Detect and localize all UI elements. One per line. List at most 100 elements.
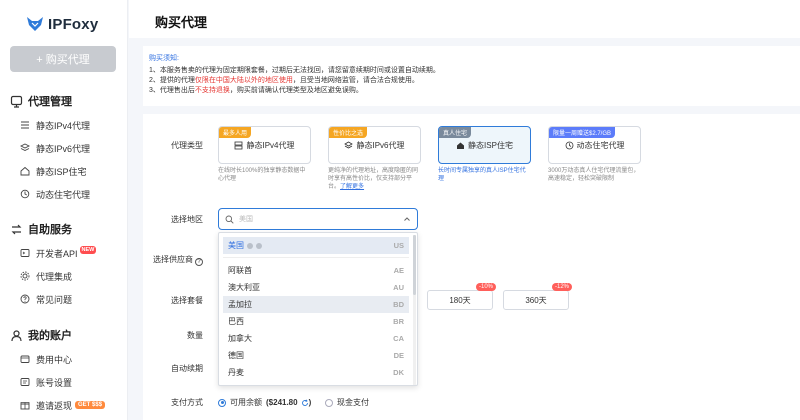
sidebar-item-static-ipv4[interactable]: 静态IPv4代理 [20, 119, 90, 131]
region-search-input[interactable]: 美国 [239, 214, 403, 224]
group-my-account: 我的账户 [10, 328, 72, 342]
region-code: BR [393, 317, 404, 326]
proxy-type-label: 代理类型 [171, 141, 203, 150]
package-180-days[interactable]: 180天 -10% [427, 283, 496, 310]
page-title: 购买代理 [155, 15, 208, 30]
sidebar-item-proxy-integration[interactable]: 代理集成 [20, 270, 72, 282]
balance-amount: ($241.80 [266, 398, 298, 407]
server-icon [235, 141, 243, 149]
sidebar-item-account-settings[interactable]: 账号设置 [20, 376, 72, 388]
sidebar-item-static-ipv6[interactable]: 静态IPv6代理 [20, 142, 90, 154]
region-option-de[interactable]: 德国 DE [223, 347, 409, 364]
region-name: 美国 [228, 241, 244, 250]
region-name: 丹麦 [228, 368, 244, 377]
sidebar-item-faq[interactable]: 常见问题 [20, 293, 72, 305]
new-badge: NEW [79, 246, 97, 254]
region-name: 孟加拉 [228, 300, 252, 309]
type-card-static-isp[interactable]: 真人住宅 静态ISP住宅 [438, 126, 531, 164]
group-proxy-management: 代理管理 [10, 94, 72, 108]
type-desc: 更纯净的代理地址，高度隐匿的同时享有高性价比，仅支持部分平台。了解更多 [328, 167, 421, 191]
question-icon[interactable]: ? [195, 258, 203, 266]
sidebar-item-label: 静态ISP住宅 [36, 166, 87, 177]
region-option-br[interactable]: 巴西 BR [223, 313, 409, 330]
sidebar-item-label: 静态IPv4代理 [36, 120, 91, 131]
package-label-text: 180天 [449, 295, 471, 305]
region-code: AU [393, 283, 404, 292]
buy-proxy-button[interactable]: + 购买代理 [10, 46, 116, 72]
notice-text: ，且受当地网络监管，请合法合规使用。 [292, 77, 419, 84]
package-label: 选择套餐 [171, 296, 203, 305]
discount-badge: -10% [475, 283, 496, 291]
region-option-dk[interactable]: 丹麦 DK [223, 364, 409, 381]
purchase-notice: 购买须知: 1、本服务售卖的代理为固定期限套餐，过期后无法找回，请您留意续期时间… [143, 46, 800, 106]
type-desc: 在线时长100%的独享静态数据中心代理 [218, 168, 306, 182]
type-name: 静态IPv6代理 [356, 140, 405, 150]
sidebar-item-label: 费用中心 [36, 354, 73, 365]
group-self-service: 自助服务 [10, 222, 72, 236]
type-card-static-ipv6[interactable]: 性价比之选 静态IPv6代理 [328, 126, 421, 164]
dropdown-scrollbar[interactable] [413, 235, 416, 385]
learn-more-link[interactable]: 了解更多 [340, 184, 364, 190]
notice-warning-text: 仅限在中国大陆以外的地区使用 [194, 77, 293, 84]
wallet-icon [20, 355, 30, 363]
type-tag: 性价比之选 [329, 127, 368, 138]
sidebar-item-label: 代理集成 [36, 271, 73, 282]
house-icon [20, 166, 30, 176]
auto-renew-label: 自动续期 [171, 364, 203, 373]
type-name: 动态住宅代理 [576, 140, 625, 150]
sidebar-item-dynamic-residential[interactable]: 动态住宅代理 [20, 188, 90, 200]
region-code: DE [393, 351, 404, 360]
quantity-label: 数量 [187, 331, 203, 340]
fox-logo-icon [27, 17, 43, 31]
sidebar-item-static-isp[interactable]: 静态ISP住宅 [20, 165, 87, 177]
radio-cash[interactable] [325, 398, 333, 407]
sidebar-item-label: 开发者API [36, 248, 78, 259]
sidebar-item-billing[interactable]: 费用中心 [20, 353, 72, 365]
type-card-dynamic-residential[interactable]: 限量一周赠送$2.7/GB 动态住宅代理 [548, 126, 641, 164]
refresh-circle-icon [565, 141, 573, 149]
notice-line-2: 2、提供的代理仅限在中国大陆以外的地区使用，且受当地网络监管，请合法合规使用。 [149, 76, 797, 86]
info-dot-icon [256, 242, 262, 249]
type-card-static-ipv4[interactable]: 最多人用 静态IPv4代理 [218, 126, 311, 164]
list-icon [21, 121, 29, 129]
region-option-bd[interactable]: 孟加拉 BD [223, 296, 409, 313]
cash-label: 现金支付 [337, 398, 369, 407]
notice-warning-text: 不支持退换 [194, 87, 230, 94]
chevron-up-icon [404, 217, 410, 221]
region-select[interactable]: 美国 [218, 208, 418, 230]
region-option-au[interactable]: 澳大利亚 AU [223, 279, 409, 296]
type-name: 静态IPv4代理 [246, 140, 295, 150]
sidebar-item-developer-api[interactable]: 开发者API NEW [20, 246, 97, 259]
dropdown-divider [223, 257, 409, 258]
radio-balance[interactable] [218, 398, 226, 407]
region-code: DK [393, 368, 404, 377]
get-money-badge: GET $$$ [75, 401, 106, 409]
gear-icon [20, 271, 30, 281]
notice-line-1: 1、本服务售卖的代理为固定期限套餐，过期后无法找回，请您留意续期时间或设置自动续… [149, 67, 440, 74]
region-label: 选择地区 [171, 215, 203, 224]
sidebar-item-label: 动态住宅代理 [36, 189, 91, 200]
group-title-label: 自助服务 [28, 224, 72, 236]
region-option-us[interactable]: 美国 US [223, 237, 409, 254]
layers-icon [344, 141, 354, 148]
package-label-text: 360天 [525, 295, 547, 305]
group-title-label: 代理管理 [28, 96, 72, 108]
refresh-icon[interactable] [301, 399, 309, 407]
region-dropdown: 美国 US 阿联酋 AE 澳大利亚 AU 孟加拉 BD 巴西 BR 加拿大 CA… [218, 232, 418, 386]
scrollbar-thumb[interactable] [413, 235, 416, 295]
pay-cash-option[interactable]: 现金支付 [325, 397, 369, 408]
user-icon [11, 329, 22, 341]
pay-balance-option[interactable]: 可用余额 ($241.80 ) [218, 397, 311, 408]
purchase-form: 代理类型 最多人用 静态IPv4代理 在线时长100%的独享静态数据中心代理 性… [143, 114, 800, 420]
help-icon [20, 294, 30, 304]
region-code: AE [393, 266, 404, 275]
notice-text: 3、代理售出后 [149, 87, 195, 94]
sidebar-item-referral[interactable]: 邀请返现 GET $$$ [20, 399, 106, 411]
sidebar-item-label: 静态IPv6代理 [36, 143, 91, 154]
buy-proxy-label: + 购买代理 [36, 54, 90, 66]
info-dot-icon [247, 242, 253, 249]
region-option-ae[interactable]: 阿联酋 AE [223, 262, 409, 279]
logo[interactable]: IPFoxy [26, 14, 98, 34]
package-360-days[interactable]: 360天 -12% [503, 283, 572, 310]
region-option-ca[interactable]: 加拿大 CA [223, 330, 409, 347]
